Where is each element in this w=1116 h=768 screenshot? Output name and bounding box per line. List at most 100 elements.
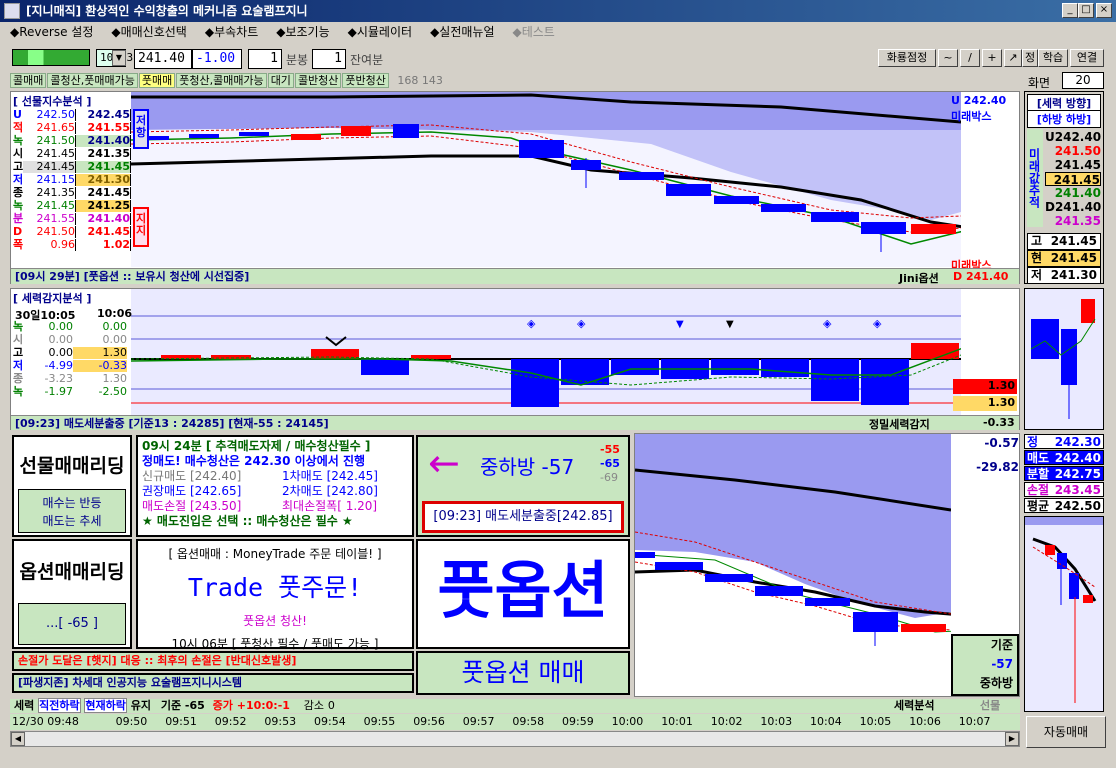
futures-row-a: 241.65 [23,122,75,134]
signal-second-sell: 2차매도 [242.80] [282,484,378,498]
time-tick: 09:52 [214,715,247,728]
force-status: [09:23] 매도세분출중 [기준13 : 24285] [현재-55 : 2… [15,417,329,430]
horizontal-scrollbar[interactable]: ◀ ▶ [10,731,1020,747]
menu-item-5[interactable]: ◆실전매뉴얼 [430,25,494,39]
bs-decrease: 감소 [303,699,325,712]
force-time2: 10:06 [97,307,133,320]
scale-bottom: D 241.40 [953,270,1009,283]
learn-button[interactable]: 학습 [1038,49,1068,67]
arrow-tool-button[interactable]: ↗ [1004,49,1022,67]
futures-status-bar: [09시 29분] [풋옵션 :: 보유시 청산에 시선집중] Jini옵션 D… [11,268,1019,285]
futures-row-a: 242.50 [23,109,75,121]
remain-count-input[interactable]: 1 [312,49,346,69]
futures-row-b: 241.45 [75,187,131,199]
menu-item-3[interactable]: ◆보조기능 [276,25,329,39]
signal-stop-loss: 매도손절 [243.50] [142,499,242,513]
order-price-key: 정 [1027,435,1039,449]
svg-text:▼: ▼ [726,319,734,330]
futures-row-b: 242.45 [75,109,131,121]
force-row-b: -2.50 [98,385,127,398]
futures-status-right: Jini옵션 [899,272,939,285]
time-tick: 09:51 [165,715,197,728]
order-price-row: 평균 242.50 [1024,498,1104,513]
lower-v1: -0.57 [984,436,1019,450]
scale-top-box: 미래박스 [951,110,992,123]
menu-item-0[interactable]: ◆Reverse 설정 [10,25,93,39]
bong-count-input[interactable]: 1 [248,49,282,69]
tag-put-clear: 풋청산,콜매매가능 [176,73,267,88]
basis-value: -57 [991,657,1013,671]
put-option-big: 풋옵션 [437,554,609,627]
force-row-b: -0.33 [73,360,127,372]
scale-top: U 242.40 [951,94,1007,107]
mini-option-chart [1024,516,1104,712]
force-row-b: 0.00 [102,320,128,333]
toolbar: 101L3 ▼ 241.40 -1.00 1 분봉 1 잔여분 화룡점정 ~ /… [0,44,1116,70]
future-value-list: U242.40 241.50 241.45 241.45 241.40 D241.40 24… [1045,130,1101,228]
cross-tool-button[interactable]: + [982,49,1002,67]
menu-item-1[interactable]: ◆매매신호선택 [111,25,186,39]
futures-row-b: 241.40 [75,213,131,225]
warning-line: 손절가 도달은 [햇지] 대응 :: 최후의 손절은 [반대신호발생] [12,651,414,671]
force-row-a: 0.00 [48,346,74,359]
force-panel: ◈ ◈ ▼ ▼ ◈ ◈ [ 세력감지분석 ] 30일10:05 10:06 녹0… [10,288,1020,431]
put-option-trade-box[interactable]: 풋옵션 매매 [416,651,630,695]
close-button[interactable]: × [1096,3,1112,18]
future-value-item: 241.40 [1054,186,1101,200]
direction-v3: -69 [600,471,618,484]
force-row-key: 종 [13,372,24,385]
force-status-right: 정밀세력감지 [869,418,930,431]
time-tick: 10:02 [710,715,743,728]
bong-label: 분봉 [286,53,309,67]
tag-call-half: 콜반청산 [294,73,342,88]
line-tool-button[interactable]: / [960,49,980,67]
mini-force-chart [1024,288,1104,430]
force-row-b: 1.30 [73,347,127,359]
futures-row-key: D [13,225,23,238]
futures-leading-sub1: 매수는 반등 [42,496,102,510]
auto-trade-button[interactable]: 자동매매 [1026,716,1106,748]
signal-head: 09시 24분 [ 추격매도자제 / 매수청산필수 ] [142,439,371,453]
high-key: 고 [1031,234,1043,248]
menu-item-6[interactable]: ◆테스트 [513,25,555,39]
minimize-button[interactable]: _ [1062,3,1078,18]
screen-value[interactable]: 20 [1062,72,1104,89]
connect-button[interactable]: 연결 [1070,49,1104,67]
scroll-right-icon[interactable]: ▶ [1005,732,1019,746]
force-status-bar: [09:23] 매도세분출중 [기준13 : 24285] [현재-55 : 2… [11,415,1019,431]
scroll-left-icon[interactable]: ◀ [11,732,25,746]
direction-v2: -65 [600,457,620,470]
futures-row-b: 241.45 [75,161,131,173]
menu-item-4[interactable]: ◆시뮬레이터 [348,25,412,39]
order-price-value: 242.40 [1054,451,1101,465]
chevron-down-icon[interactable]: ▼ [112,50,126,66]
future-value-item: U242.40 [1045,130,1102,144]
order-price-key: 손절 [1027,483,1050,497]
futures-row-a: 241.45 [23,200,75,212]
order-price-row: 정 242.30 [1024,434,1104,449]
futures-row-b: 241.45 [75,226,131,238]
maximize-button[interactable]: □ [1078,3,1094,18]
time-tick: 12/30 09:48 [12,715,79,728]
menu-item-2[interactable]: ◆부속차트 [205,25,258,39]
time-tick: 09:55 [363,715,396,728]
signal-rec-sell: 권장매도 [242.65] [142,484,242,498]
option-trade-box: [ 옵션매매 : MoneyTrade 주문 테이블! ] Trade 풋주문!… [136,539,414,651]
lower-chart-panel: -0.57 -29.82 기준 -57 중하방 [634,433,1020,697]
jeong-button[interactable]: 정 [1022,49,1038,67]
future-value-tracking-label: 미래값추적 [1027,129,1043,227]
time-tick: 10:05 [859,715,892,728]
futures-row-a: 241.50 [23,135,75,147]
hwaryong-button[interactable]: 화룡점정 [878,49,936,67]
time-tick: 10:01 [661,715,693,728]
order-price-key: 분할 [1027,467,1050,481]
basis-label: 기준 [990,638,1013,652]
bs-force: 세력 [14,699,35,712]
time-tick: 09:57 [462,715,495,728]
trade-put-order[interactable]: Trade 풋주문! [138,568,412,604]
bs-force-analysis: 세력분석 [894,699,935,712]
time-tick: 09:56 [413,715,445,728]
tag-call-trade: 콜매매 [10,73,47,88]
tilde-button[interactable]: ~ [938,49,958,67]
tag-extra-numbers: 168 143 [397,74,443,87]
